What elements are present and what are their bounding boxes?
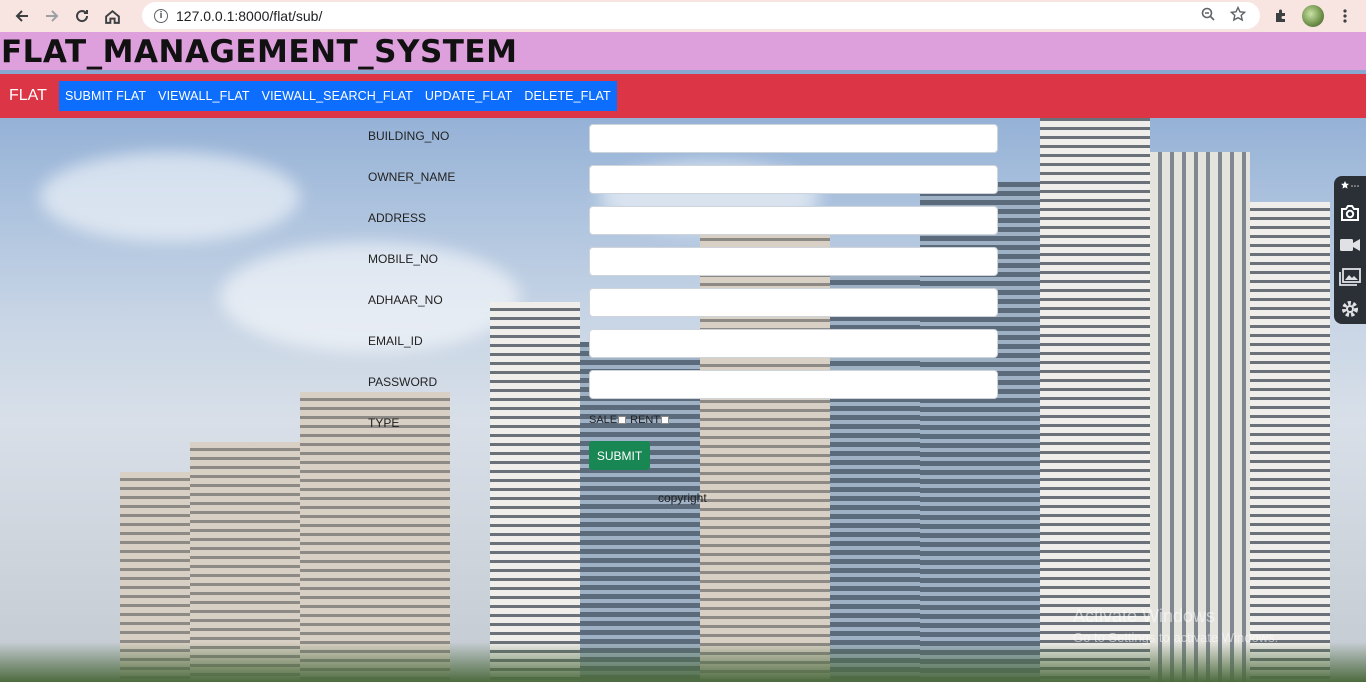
nav-links: SUBMIT FLAT VIEWALL_FLAT VIEWALL_SEARCH_… (58, 81, 617, 111)
mobile-no-label: MOBILE_NO (368, 252, 439, 266)
info-icon[interactable]: i (154, 8, 168, 23)
form-row-owner-name: OWNER_NAME (368, 168, 455, 186)
back-icon[interactable] (7, 2, 37, 30)
form-row-type: TYPE SALE RENT (368, 414, 768, 432)
rent-option-label: RENT (630, 414, 661, 426)
settings-icon[interactable] (1339, 298, 1361, 320)
password-input[interactable] (589, 370, 998, 399)
email-id-input[interactable] (589, 329, 998, 358)
nav-viewall-flat[interactable]: VIEWALL_FLAT (158, 89, 250, 103)
form-row-password: PASSWORD (368, 373, 437, 391)
sale-option-label: SALE (589, 414, 618, 426)
home-icon[interactable] (97, 2, 127, 30)
avatar[interactable] (1302, 5, 1324, 27)
building-no-label: BUILDING_NO (368, 129, 450, 143)
url-text: 127.0.0.1:8000/flat/sub/ (176, 7, 323, 24)
camera-icon[interactable] (1339, 202, 1361, 224)
owner-name-label: OWNER_NAME (368, 170, 456, 184)
browser-toolbar: i 127.0.0.1:8000/flat/sub/ (0, 0, 1366, 32)
sale-checkbox[interactable] (618, 416, 627, 424)
watermark-line1: Activate Windows (1073, 606, 1216, 626)
forward-icon[interactable] (37, 2, 67, 30)
site-banner: FLAT_MANAGEMENT_SYSTEM (0, 32, 1366, 70)
star-icon[interactable] (1229, 5, 1247, 26)
copyright-text: copyright (658, 491, 707, 505)
mobile-no-input[interactable] (589, 247, 998, 276)
address-label: ADDRESS (368, 211, 427, 225)
adhaar-no-label: ADHAAR_NO (368, 293, 443, 307)
page-title: FLAT_MANAGEMENT_SYSTEM (1, 34, 518, 70)
type-options: SALE RENT (589, 414, 670, 426)
menu-icon[interactable] (1334, 5, 1356, 27)
adhaar-no-input[interactable] (589, 288, 998, 317)
nav-viewall-search-flat[interactable]: VIEWALL_SEARCH_FLAT (262, 89, 413, 103)
extensions-icon[interactable] (1270, 5, 1292, 27)
owner-name-input[interactable] (589, 165, 998, 194)
star-icon[interactable] (1339, 180, 1361, 192)
gallery-icon[interactable] (1339, 266, 1361, 288)
submit-button[interactable]: SUBMIT (589, 441, 650, 470)
password-label: PASSWORD (368, 375, 438, 389)
form-row-building-no: BUILDING_NO (368, 127, 449, 145)
nav-update-flat[interactable]: UPDATE_FLAT (425, 89, 512, 103)
reload-icon[interactable] (67, 2, 97, 30)
building-no-input[interactable] (589, 124, 998, 153)
form-row-email-id: EMAIL_ID (368, 332, 423, 350)
activate-windows-watermark: Activate Windows Go to Settings to activ… (1073, 606, 1278, 645)
address-input[interactable] (589, 206, 998, 235)
capture-side-panel (1334, 176, 1366, 324)
address-bar[interactable]: i 127.0.0.1:8000/flat/sub/ (142, 2, 1260, 29)
watermark-line2: Go to Settings to activate Windows. (1073, 630, 1279, 645)
nav-submit-flat[interactable]: SUBMIT FLAT (65, 89, 146, 103)
nav-delete-flat[interactable]: DELETE_FLAT (524, 89, 610, 103)
video-icon[interactable] (1339, 234, 1361, 256)
navbar-brand[interactable]: FLAT (0, 87, 59, 105)
form-row-adhaar-no: ADHAAR_NO (368, 291, 443, 309)
form-row-address: ADDRESS (368, 209, 426, 227)
navbar: FLAT SUBMIT FLAT VIEWALL_FLAT VIEWALL_SE… (0, 74, 1366, 118)
page-viewport: FLAT_MANAGEMENT_SYSTEM FLAT SUBMIT FLAT … (0, 32, 1366, 682)
form-row-mobile-no: MOBILE_NO (368, 250, 438, 268)
zoom-icon[interactable] (1200, 6, 1216, 26)
email-id-label: EMAIL_ID (368, 334, 423, 348)
type-label: TYPE (368, 416, 400, 430)
rent-checkbox[interactable] (661, 416, 670, 424)
